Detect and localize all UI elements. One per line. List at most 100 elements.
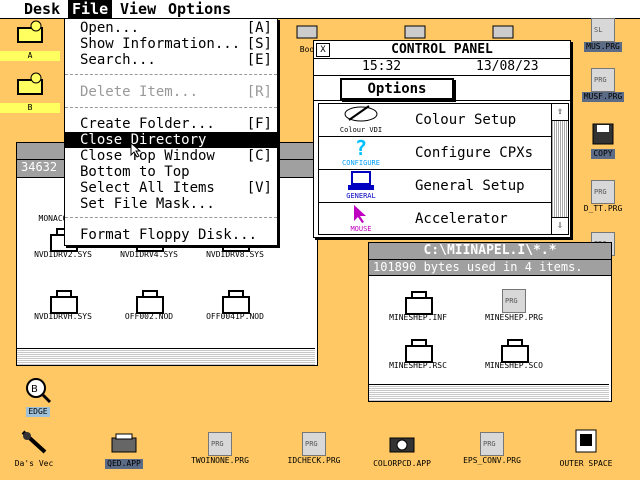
right-directory-window[interactable]: C:\MIINAPEL.I\*.* 101890 bytes used in 4… bbox=[368, 242, 612, 402]
program-icon: PRG bbox=[208, 432, 232, 456]
menu-item-select-all-items[interactable]: Select All Items [V] bbox=[65, 180, 277, 196]
date-display: 13/08/23 bbox=[476, 59, 539, 74]
menu-item-close-top-window[interactable]: Close Top Window [C] bbox=[65, 148, 277, 164]
program-icon: SL bbox=[591, 18, 615, 42]
twoinone-prg-icon[interactable]: PRG TWOINONE.PRG bbox=[182, 432, 258, 466]
menu-item-show-information[interactable]: Show Information... [S] bbox=[65, 36, 277, 52]
cpx-item-accelerator[interactable]: MOUSE Accelerator bbox=[319, 203, 551, 235]
file-item[interactable]: MINESHEP.RSC bbox=[373, 339, 463, 371]
document-icon bbox=[499, 339, 529, 363]
horizontal-scrollbar[interactable] bbox=[369, 384, 609, 401]
mus-prg-label: MUS.PRG bbox=[584, 42, 622, 52]
program-icon: PRG bbox=[480, 432, 504, 456]
document-icon bbox=[134, 290, 164, 314]
qed-app-icon[interactable]: QED.APP bbox=[92, 432, 156, 469]
qed-app-label: QED.APP bbox=[105, 459, 143, 469]
close-icon[interactable]: X bbox=[316, 43, 330, 57]
palette-icon: Colour VDI bbox=[319, 104, 403, 136]
drive-icon bbox=[296, 25, 318, 39]
drive-a-label: A bbox=[0, 51, 60, 61]
file-item[interactable]: NVDIDRVH.SYS bbox=[23, 290, 103, 322]
menu-file[interactable]: File bbox=[68, 0, 113, 18]
computer-icon: GENERAL bbox=[319, 170, 403, 202]
menu-item-search[interactable]: Search... [E] bbox=[65, 52, 277, 68]
cpx-icon-text: Colour VDI bbox=[339, 126, 383, 134]
file-item[interactable]: OFF0041P.NOD bbox=[195, 290, 275, 322]
cpx-scrollbar[interactable]: ⇧ ⇩ bbox=[551, 103, 569, 235]
rocket-icon bbox=[575, 429, 597, 453]
typewriter-icon bbox=[111, 433, 137, 453]
idcheck-prg-label: IDCHECK.PRG bbox=[285, 456, 343, 466]
horizontal-scrollbar[interactable] bbox=[17, 348, 315, 365]
program-icon: PRG bbox=[302, 432, 326, 456]
control-panel-title[interactable]: CONTROL PANEL bbox=[314, 41, 570, 59]
menu-options[interactable]: Options bbox=[164, 0, 235, 18]
eps-conv-prg-label: EPS_CONV.PRG bbox=[461, 456, 523, 466]
options-button[interactable]: Options bbox=[340, 78, 454, 100]
cpx-item-configure-cpxs[interactable]: ? CONFIGURE Configure CPXs bbox=[319, 137, 551, 170]
question-icon: ? CONFIGURE bbox=[319, 137, 403, 169]
drive-b-icon[interactable]: B bbox=[0, 72, 60, 113]
menu-item-create-folder[interactable]: Create Folder... [F] bbox=[65, 116, 277, 132]
menu-item-set-file-mask[interactable]: Set File Mask... bbox=[65, 196, 277, 212]
options-bar: Options bbox=[314, 76, 570, 101]
cpx-item-label: General Setup bbox=[415, 178, 525, 194]
drive-b-label: B bbox=[0, 103, 60, 113]
scroll-up-icon[interactable]: ⇧ bbox=[552, 104, 568, 121]
document-icon bbox=[220, 290, 250, 314]
scroll-thumb[interactable] bbox=[552, 121, 568, 217]
edge-icon[interactable]: B EDGE bbox=[0, 376, 76, 417]
program-icon: PRG bbox=[591, 68, 615, 92]
d-tt-prg-icon[interactable]: PRG D_TT.PRG bbox=[570, 180, 636, 214]
program-icon: PRG bbox=[591, 180, 615, 204]
menu-view[interactable]: View bbox=[116, 0, 160, 18]
musf-prg-label: MUSF.PRG bbox=[581, 92, 625, 102]
idcheck-prg-icon[interactable]: PRG IDCHECK.PRG bbox=[276, 432, 352, 466]
drive-icon bbox=[404, 25, 426, 39]
menu-separator bbox=[65, 74, 277, 75]
cpx-item-label: Accelerator bbox=[415, 211, 508, 227]
colorpcd-app-icon[interactable]: COLORPCD.APP bbox=[364, 432, 440, 469]
das-vec-label: Da's Vec bbox=[12, 459, 56, 469]
musf-prg-icon[interactable]: PRG MUSF.PRG bbox=[570, 68, 636, 102]
menu-item-close-directory[interactable]: Close Directory bbox=[65, 132, 277, 148]
menu-item-bottom-to-top[interactable]: Bottom to Top bbox=[65, 164, 277, 180]
drive-icon bbox=[492, 25, 514, 39]
window-title[interactable]: C:\MIINAPEL.I\*.* bbox=[369, 243, 611, 260]
menu-desk[interactable]: Desk bbox=[20, 0, 64, 18]
floppy-drive-icon bbox=[17, 20, 43, 43]
window-info-text: 34632 bbox=[21, 160, 58, 174]
cpx-item-general-setup[interactable]: GENERAL General Setup bbox=[319, 170, 551, 203]
colorpcd-app-label: COLORPCD.APP bbox=[371, 459, 433, 469]
das-vec-icon[interactable]: Da's Vec bbox=[6, 428, 62, 469]
menu-item-open[interactable]: Open... [A] bbox=[65, 20, 277, 36]
document-icon bbox=[403, 291, 433, 315]
document-icon bbox=[403, 339, 433, 363]
file-item[interactable]: MINESHEP.SCO bbox=[469, 339, 559, 371]
drive-a-icon[interactable]: A bbox=[0, 20, 60, 61]
program-icon: PRG bbox=[502, 289, 526, 313]
copy-icon[interactable]: COPY bbox=[570, 122, 636, 159]
magnifier-icon: B bbox=[26, 378, 52, 404]
file-item[interactable]: MINESHEP.INF bbox=[373, 291, 463, 323]
cpx-item-label: Configure CPXs bbox=[415, 145, 534, 161]
file-item[interactable]: PRG MINESHEP.PRG bbox=[469, 289, 559, 323]
outer-space-label: OUTER SPACE bbox=[557, 459, 615, 469]
cpx-item-label: Colour Setup bbox=[415, 112, 517, 128]
menu-separator bbox=[65, 107, 277, 108]
mus-prg-icon[interactable]: SL MUS.PRG bbox=[570, 18, 636, 52]
twoinone-prg-label: TWOINONE.PRG bbox=[189, 456, 251, 466]
window-info: 101890 bytes used in 4 items. bbox=[369, 260, 611, 276]
file-name: MINESHEP.PRG bbox=[483, 313, 545, 323]
control-panel-window[interactable]: CONTROL PANEL X 15:32 13/08/23 Options C… bbox=[313, 40, 571, 238]
scroll-down-icon[interactable]: ⇩ bbox=[552, 217, 568, 234]
file-item[interactable]: OFF002.NOD bbox=[109, 290, 189, 322]
cpx-item-colour-setup[interactable]: Colour VDI Colour Setup bbox=[319, 104, 551, 137]
menu-item-delete-item: Delete Item... [R] bbox=[80, 84, 272, 100]
svg-text:B: B bbox=[31, 384, 38, 395]
menu-item-format-floppy-disk[interactable]: Format Floppy Disk... bbox=[65, 227, 277, 243]
outer-space-icon[interactable]: OUTER SPACE bbox=[546, 428, 626, 469]
d-tt-prg-label: D_TT.PRG bbox=[581, 204, 625, 214]
file-area: MINESHEP.INF PRG MINESHEP.PRG MINESHEP.R… bbox=[369, 277, 609, 383]
eps-conv-prg-icon[interactable]: PRG EPS_CONV.PRG bbox=[452, 432, 532, 466]
